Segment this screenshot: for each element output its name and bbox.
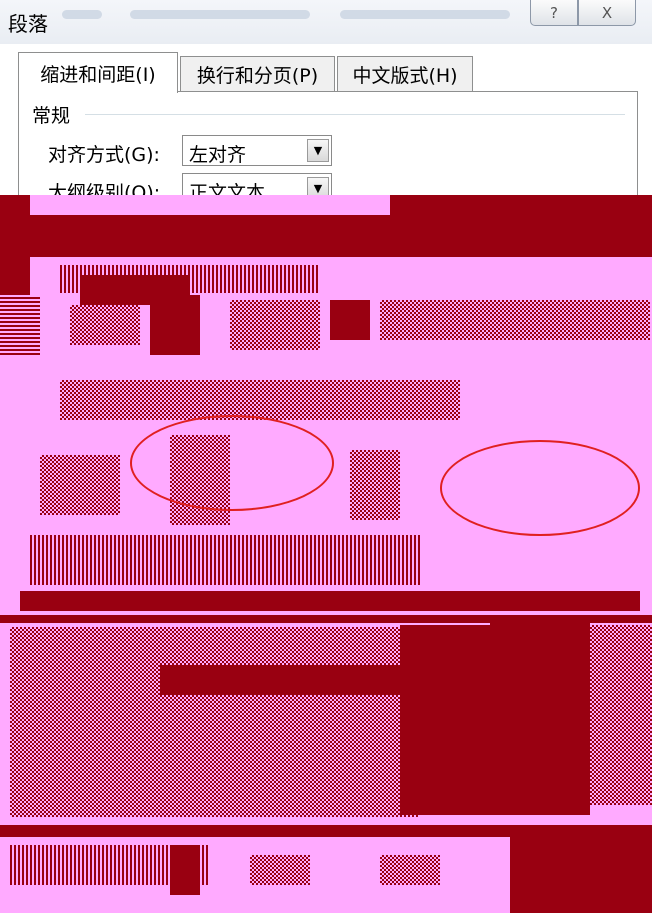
glitch-block [510,835,652,913]
glitch-block [70,305,140,345]
glitch-block [20,591,640,611]
annotation-circle [440,440,640,536]
glitch-block [390,195,652,223]
blurred-title-text [340,10,510,19]
help-button[interactable]: ? [530,0,578,26]
close-button[interactable]: X [578,0,636,26]
glitch-block [590,625,652,805]
annotation-circle [130,415,334,511]
glitch-block [490,615,590,815]
section-divider [85,114,625,115]
glitch-block [230,300,320,350]
question-icon: ? [550,3,558,22]
alignment-label: 对齐方式(G): [48,144,160,166]
glitch-block [330,300,370,340]
alignment-select[interactable]: 左对齐 ▼ [182,135,332,166]
chevron-down-icon[interactable]: ▼ [307,139,329,162]
glitch-block [170,845,200,895]
glitch-block [60,380,460,420]
tab-label: 换行和分页(P) [196,65,319,87]
glitch-block [10,627,420,817]
tab-line-page-breaks[interactable]: 换行和分页(P) [180,56,335,92]
alignment-value: 左对齐 [189,144,247,166]
glitch-block [0,295,40,355]
blurred-title-text [130,10,310,19]
tab-indent-spacing[interactable]: 缩进和间距(I) [18,52,178,93]
glitch-block [30,535,420,585]
dialog-titlebar: 段落 ? X [0,0,652,44]
section-label-general: 常规 [32,101,71,128]
tab-label: 中文版式(H) [352,65,458,87]
glitch-block [250,855,310,885]
glitch-block [0,195,30,295]
glitch-block [150,295,200,355]
blurred-title-text [62,10,102,19]
tab-asian-typography[interactable]: 中文版式(H) [337,56,473,92]
glitch-block [350,450,400,520]
tab-label: 缩进和间距(I) [40,63,156,86]
corrupted-image-region [0,195,652,913]
glitch-block [380,855,440,885]
close-icon: X [601,3,613,22]
glitch-block [400,625,490,815]
glitch-block [380,300,650,340]
glitch-block [40,455,120,515]
dialog-title: 段落 [8,12,48,36]
